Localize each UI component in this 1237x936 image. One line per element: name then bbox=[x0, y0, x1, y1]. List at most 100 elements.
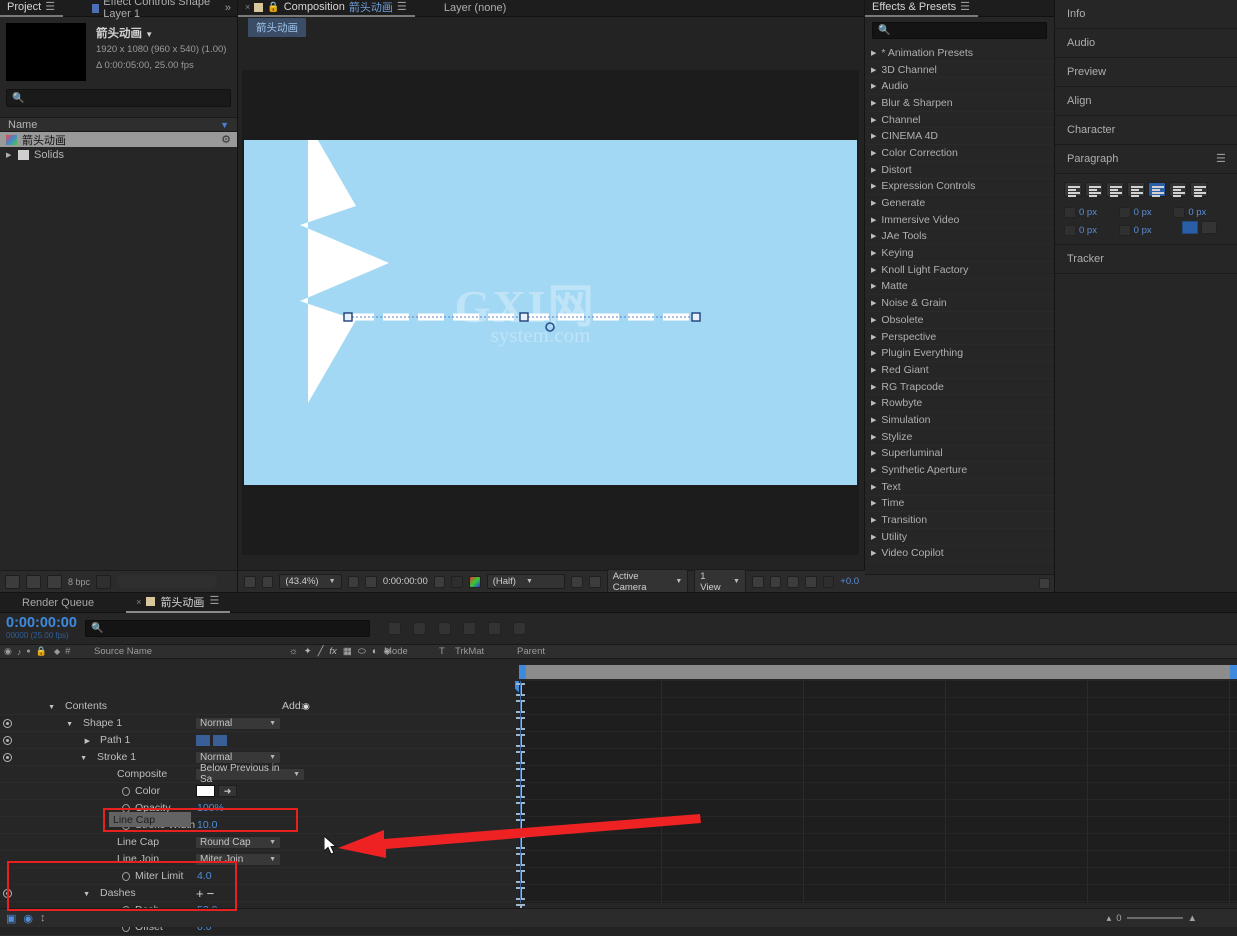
track-row[interactable] bbox=[519, 885, 1237, 902]
comp-flowchart-icon[interactable] bbox=[805, 576, 817, 588]
lock-icon[interactable]: 🔒 bbox=[267, 2, 279, 13]
bit-depth-label[interactable]: 8 bpc bbox=[68, 577, 90, 587]
draft-3d-icon[interactable] bbox=[413, 622, 426, 635]
disclosure-triangle-icon[interactable]: ▶ bbox=[871, 433, 876, 441]
path-direction-icon[interactable] bbox=[213, 735, 227, 746]
comp-flowchart-icon[interactable]: ⚙ bbox=[221, 133, 231, 146]
effects-category-item[interactable]: ▶Expression Controls bbox=[865, 179, 1054, 196]
effects-category-item[interactable]: ▶* Animation Presets bbox=[865, 45, 1054, 62]
paragraph-justify-last-center-button[interactable] bbox=[1148, 182, 1166, 197]
disclosure-triangle-icon[interactable]: ▶ bbox=[871, 533, 876, 541]
monitor-icon[interactable] bbox=[262, 576, 274, 588]
composition-canvas[interactable]: GXI网 system.com bbox=[244, 140, 857, 485]
frame-blending-icon[interactable] bbox=[463, 622, 476, 635]
parent-header[interactable]: Parent bbox=[517, 646, 545, 657]
section-character[interactable]: Character bbox=[1055, 116, 1237, 145]
effects-category-item[interactable]: ▶Simulation bbox=[865, 412, 1054, 429]
disclosure-triangle-icon[interactable]: ▶ bbox=[871, 149, 876, 157]
disclosure-triangle-icon[interactable]: ▶ bbox=[871, 132, 876, 140]
timeline-track-area[interactable] bbox=[519, 681, 1237, 903]
paragraph-menu-icon[interactable]: ☰ bbox=[1216, 154, 1227, 165]
effects-category-item[interactable]: ▶CINEMA 4D bbox=[865, 128, 1054, 145]
effects-category-item[interactable]: ▶Text bbox=[865, 479, 1054, 496]
text-direction-rtl-button[interactable] bbox=[1201, 221, 1217, 234]
channel-rgb-icon[interactable] bbox=[469, 576, 481, 588]
close-icon[interactable]: × bbox=[245, 2, 250, 12]
effects-category-item[interactable]: ▶Distort bbox=[865, 162, 1054, 179]
effects-category-item[interactable]: ▶Channel bbox=[865, 112, 1054, 129]
disclosure-triangle-icon[interactable]: ▶ bbox=[871, 82, 876, 90]
effects-category-item[interactable]: ▶Transition bbox=[865, 512, 1054, 529]
track-row[interactable] bbox=[519, 681, 1237, 698]
resize-grip-icon[interactable] bbox=[1039, 578, 1050, 589]
stopwatch-icon[interactable] bbox=[122, 787, 130, 796]
effects-category-item[interactable]: ▶Time bbox=[865, 496, 1054, 513]
panel-menu-icon[interactable]: ☰ bbox=[45, 2, 56, 13]
effects-category-item[interactable]: ▶Blur & Sharpen bbox=[865, 95, 1054, 112]
twirl-right-icon[interactable]: ▶ bbox=[85, 738, 90, 745]
disclosure-triangle-icon[interactable]: ▶ bbox=[871, 383, 876, 391]
track-row[interactable] bbox=[519, 817, 1237, 834]
zoom-track[interactable] bbox=[1127, 917, 1183, 919]
disclosure-triangle-icon[interactable]: ▶ bbox=[871, 166, 876, 174]
effects-category-item[interactable]: ▶JAe Tools bbox=[865, 229, 1054, 246]
property-row-stroke-width[interactable]: Stroke Width10.0 bbox=[0, 817, 519, 834]
property-dropdown[interactable]: Miter Join▼ bbox=[195, 853, 281, 866]
timeline-zoom-slider[interactable]: ▴ 0 ▲ bbox=[1107, 913, 1197, 924]
property-row-dashes[interactable]: ▼Dashes+− bbox=[0, 885, 519, 902]
effects-category-item[interactable]: ▶Stylize bbox=[865, 429, 1054, 446]
sort-caret-icon[interactable]: ▼ bbox=[220, 120, 229, 130]
work-area-start-handle[interactable] bbox=[519, 665, 526, 679]
trkmat-header[interactable]: TrkMat bbox=[455, 646, 517, 657]
effects-category-item[interactable]: ▶Keying bbox=[865, 245, 1054, 262]
exposure-icon[interactable] bbox=[823, 576, 835, 588]
project-item-composition[interactable]: 箭头动画 ⚙ bbox=[0, 132, 237, 147]
track-row[interactable] bbox=[519, 783, 1237, 800]
hide-shy-layers-icon[interactable] bbox=[438, 622, 451, 635]
path-vertex-handle[interactable] bbox=[520, 313, 528, 321]
effects-category-item[interactable]: ▶Noise & Grain bbox=[865, 295, 1054, 312]
section-align[interactable]: Align bbox=[1055, 87, 1237, 116]
twirl-down-icon[interactable]: ▼ bbox=[48, 704, 55, 711]
property-dropdown[interactable]: Below Previous in Sa▼ bbox=[195, 768, 305, 781]
resolution-select[interactable]: (Half) ▼ bbox=[487, 574, 566, 589]
disclosure-triangle-icon[interactable]: ▶ bbox=[871, 516, 876, 524]
effects-category-item[interactable]: ▶Plugin Everything bbox=[865, 345, 1054, 362]
eyedropper-icon[interactable]: ➜ bbox=[218, 785, 237, 797]
property-row-color[interactable]: Color➜ bbox=[0, 783, 519, 800]
disclosure-triangle-icon[interactable]: ▶ bbox=[871, 399, 876, 407]
color-swatch[interactable] bbox=[196, 785, 215, 797]
track-row[interactable] bbox=[519, 749, 1237, 766]
effects-search-input[interactable] bbox=[894, 25, 1041, 36]
property-value[interactable]: 100% bbox=[197, 802, 224, 814]
disclosure-triangle-icon[interactable]: ▶ bbox=[871, 116, 876, 124]
timeline-stretch-icon[interactable]: ↕ bbox=[40, 912, 46, 924]
new-comp-icon[interactable] bbox=[5, 575, 20, 589]
property-value[interactable]: 10.0 bbox=[197, 819, 217, 831]
text-direction-ltr-button[interactable] bbox=[1182, 221, 1198, 234]
track-row[interactable] bbox=[519, 851, 1237, 868]
disclosure-triangle-icon[interactable]: ▶ bbox=[871, 232, 876, 240]
comp-renderer-icon[interactable]: ◉ bbox=[23, 912, 33, 925]
project-search[interactable]: 🔍 bbox=[6, 89, 231, 107]
zoom-level-select[interactable]: (43.4%) ▼ bbox=[279, 574, 341, 589]
path-vertex-handle[interactable] bbox=[692, 313, 700, 321]
effects-category-item[interactable]: ▶RG Trapcode bbox=[865, 379, 1054, 396]
paragraph-justify-last-left-button[interactable] bbox=[1127, 182, 1145, 197]
paragraph-align-left-button[interactable] bbox=[1064, 182, 1082, 197]
paragraph-align-right-button[interactable] bbox=[1106, 182, 1124, 197]
project-settings-icon[interactable] bbox=[47, 575, 62, 589]
views-select[interactable]: 1 View ▼ bbox=[694, 569, 746, 595]
disclosure-triangle-icon[interactable]: ▶ bbox=[871, 483, 876, 491]
paragraph-align-center-button[interactable] bbox=[1085, 182, 1103, 197]
graph-editor-icon[interactable] bbox=[513, 622, 526, 635]
disclosure-triangle-icon[interactable]: ▶ bbox=[871, 466, 876, 474]
effects-category-item[interactable]: ▶Video Copilot bbox=[865, 546, 1054, 563]
section-paragraph[interactable]: Paragraph ☰ bbox=[1055, 145, 1237, 174]
effects-category-item[interactable]: ▶Rowbyte bbox=[865, 395, 1054, 412]
effects-category-item[interactable]: ▶Red Giant bbox=[865, 362, 1054, 379]
paragraph-indent-right-field[interactable]: 0 px bbox=[1119, 207, 1174, 218]
toggle-switches-modes-icon[interactable]: ▣ bbox=[6, 912, 16, 925]
video-visibility-toggle[interactable] bbox=[3, 719, 12, 728]
disclosure-triangle-icon[interactable]: ▶ bbox=[871, 449, 876, 457]
